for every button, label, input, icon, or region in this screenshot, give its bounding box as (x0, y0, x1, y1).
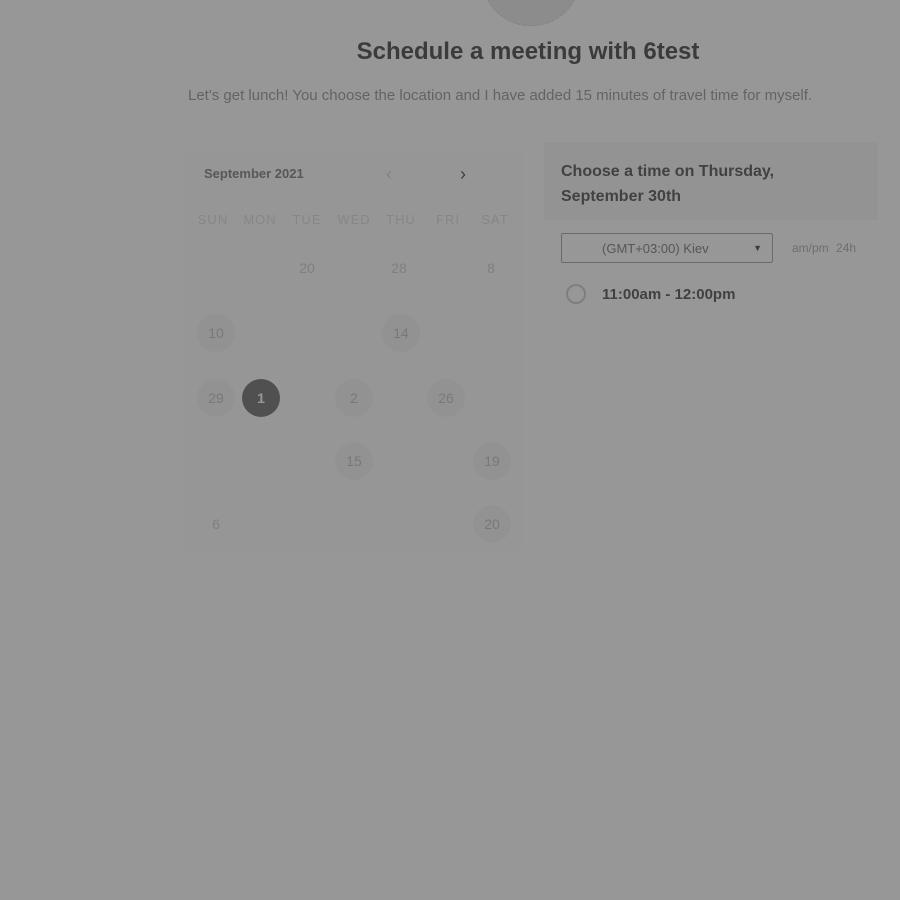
weekday-header: SUN MON TUE WED THU FRI SAT (190, 212, 518, 227)
calendar-day[interactable]: 20 (473, 505, 511, 543)
format-ampm-option[interactable]: am/pm (792, 241, 829, 255)
weekday-sat: SAT (481, 212, 509, 227)
calendar-day[interactable]: 26 (427, 379, 465, 417)
weekday-tue: TUE (292, 212, 322, 227)
time-selection-panel: Choose a time on Thursday, September 30t… (544, 142, 878, 318)
weekday-fri: FRI (436, 212, 460, 227)
next-month-icon[interactable]: › (460, 164, 466, 185)
time-format-toggle: am/pm 24h (792, 241, 856, 255)
selected-date-heading: Choose a time on Thursday, September 30t… (561, 163, 775, 205)
timezone-value: (GMT+03:00) Kiev (602, 240, 709, 256)
calendar-day[interactable]: 14 (382, 314, 420, 352)
calendar: September 2021 ‹ › SUN MON TUE WED THU F… (184, 150, 524, 550)
weekday-thu: THU (386, 212, 416, 227)
timezone-select[interactable]: (GMT+03:00) Kiev ▼ (561, 233, 773, 263)
calendar-day-selected[interactable]: 1 (242, 379, 280, 417)
radio-icon[interactable] (566, 284, 586, 304)
previous-month-icon[interactable]: ‹ (386, 164, 392, 185)
calendar-day[interactable]: 2 (335, 379, 373, 417)
calendar-day[interactable]: 6 (197, 505, 235, 543)
calendar-month-label: September 2021 (204, 166, 304, 181)
calendar-day[interactable]: 8 (472, 249, 510, 287)
panel-header: Choose a time on Thursday, September 30t… (544, 142, 878, 220)
page-subtitle: Let's get lunch! You choose the location… (188, 87, 813, 104)
calendar-day[interactable]: 28 (380, 249, 418, 287)
weekday-sun: SUN (197, 212, 229, 227)
calendar-day[interactable]: 15 (335, 442, 373, 480)
time-slot-label: 11:00am - 12:00pm (602, 285, 736, 303)
weekday-wed: WED (337, 212, 371, 227)
page-title: Schedule a meeting with 6test (356, 38, 700, 65)
calendar-day[interactable]: 19 (473, 442, 511, 480)
calendar-day[interactable]: 10 (197, 314, 235, 352)
dropdown-arrow-icon: ▼ (753, 243, 762, 253)
calendar-day[interactable]: 29 (197, 379, 235, 417)
calendar-day[interactable]: 20 (288, 249, 326, 287)
avatar (482, 0, 580, 26)
format-24h-option[interactable]: 24h (836, 241, 856, 255)
time-slot-option[interactable]: 11:00am - 12:00pm (566, 284, 735, 304)
weekday-mon: MON (243, 212, 277, 227)
